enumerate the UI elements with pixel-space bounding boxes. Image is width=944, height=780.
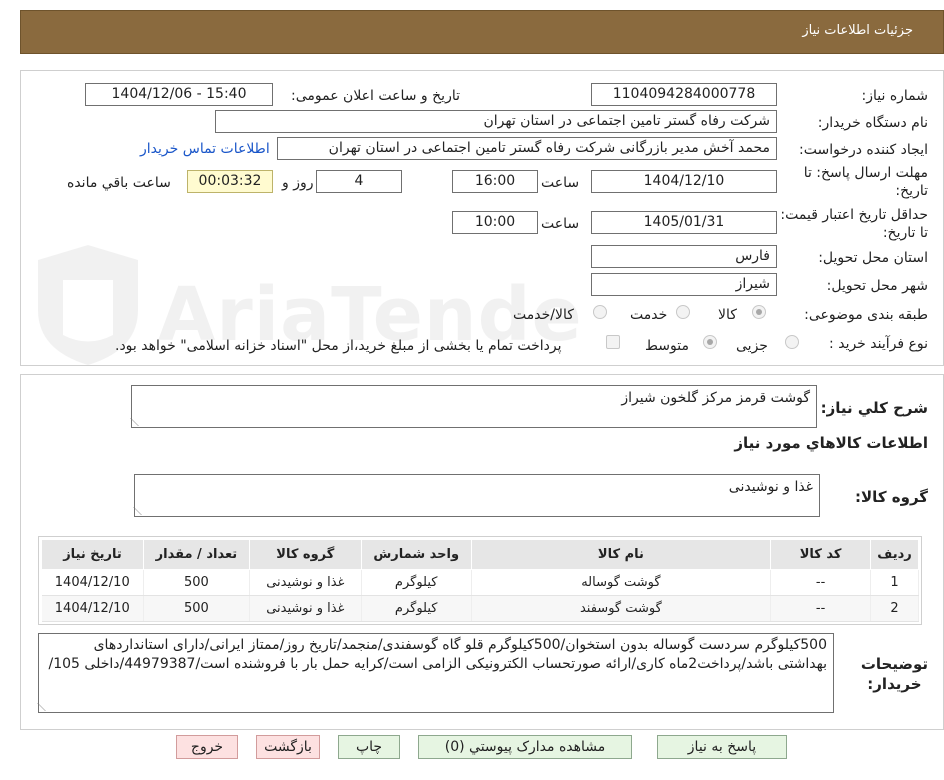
cell-name: گوشت گوساله [471,569,772,596]
cell-group: غذا و نوشیدنی [249,569,362,596]
category-goods-radio[interactable] [752,305,766,319]
cell-qty: 500 [143,569,250,596]
process-partial-label: جزیی [736,338,768,354]
buyer-notes-label-line2: خریدار: [867,675,922,693]
process-type-label: نوع فرآیند خرید : [829,336,928,352]
back-button[interactable]: بازگشت [256,735,320,759]
requester-label: ایجاد کننده درخواست: [799,142,928,158]
announce-date-label: تاریخ و ساعت اعلان عمومی: [291,88,460,104]
exit-button[interactable]: خروج [176,735,238,759]
page-header: جزئیات اطلاعات نیاز [20,10,944,54]
category-goods-service-label: کالا/خدمت [513,307,574,323]
remaining-label: ساعت باقي مانده [67,175,171,191]
resize-grip-icon [37,703,53,711]
price-validity-time-field[interactable]: 10:00 [452,211,538,234]
cell-code: -- [770,569,872,596]
buyer-notes-text: 500کیلوگرم سردست گوساله بدون استخوان/500… [48,637,828,672]
buyer-notes-textarea[interactable]: 500کیلوگرم سردست گوساله بدون استخوان/500… [37,633,834,713]
days-remaining-field[interactable]: 4 [316,170,402,193]
buyer-contact-link[interactable]: اطلاعات تماس خریدار [140,141,270,157]
col-qty-header: تعداد / مقدار [143,539,250,570]
province-label: استان محل تحویل: [818,250,928,266]
buyer-notes-label: توضیحات خریدار: [861,654,928,694]
deadline-time-field[interactable]: 16:00 [452,170,538,193]
days-label: روز و [282,175,314,191]
cell-unit: کیلوگرم [361,595,472,622]
category-goods-label: کالا [718,307,737,323]
deadline-date-field[interactable]: 1404/12/10 [591,170,777,193]
goods-table-wrapper: ردیف کد کالا نام کالا واحد شمارش گروه کا… [38,536,922,625]
process-medium-label: متوسط [645,338,689,354]
need-number-label: شماره نیاز: [861,88,929,104]
treasury-payment-checkbox[interactable] [606,335,620,349]
price-validity-label: حداقل تاریخ اعتبار قیمت: تا تاریخ: [780,207,928,241]
cell-row-index: 2 [870,595,919,622]
reply-button[interactable]: پاسخ به نیاز [657,735,787,759]
cell-unit: کیلوگرم [361,569,472,596]
buyer-org-label: نام دستگاه خریدار: [817,115,928,131]
col-row-header: ردیف [870,539,919,570]
price-validity-date-field[interactable]: 1405/01/31 [591,211,777,234]
category-service-label: خدمت [630,307,668,323]
general-summary-label: شرح کلي نیاز: [820,399,928,417]
table-row: 1 -- گوشت گوساله کیلوگرم غذا و نوشیدنی 5… [41,569,919,596]
cell-code: -- [770,595,872,622]
deadline-time-label: ساعت [541,175,580,191]
col-group-header: گروه کالا [248,539,362,570]
goods-table: ردیف کد کالا نام کالا واحد شمارش گروه کا… [41,539,919,622]
col-name-header: نام کالا [470,539,772,570]
goods-group-textarea[interactable]: غذا و نوشیدنی [133,474,820,517]
print-button[interactable]: چاپ [338,735,400,759]
col-code-header: کد کالا [770,539,872,570]
table-header-row: ردیف کد کالا نام کالا واحد شمارش گروه کا… [41,539,919,570]
process-medium-radio[interactable] [703,335,717,349]
process-partial-radio[interactable] [785,335,799,349]
cell-date: 1404/12/10 [41,595,144,622]
goods-info-title: اطلاعات کالاهاي مورد نیاز [734,434,928,452]
col-unit-header: واحد شمارش [360,539,472,570]
buyer-notes-label-line1: توضیحات [860,655,928,673]
cell-name: گوشت گوسفند [471,595,772,622]
goods-group-label: گروه کالا: [855,488,928,506]
category-label: طبقه بندی موضوعی: [804,307,928,323]
goods-group-text: غذا و نوشیدنی [728,479,813,495]
province-field[interactable]: فارس [591,245,777,268]
requester-field[interactable]: محمد آخش مدیر بازرگانی شرکت رفاه گستر تا… [277,137,777,160]
cell-group: غذا و نوشیدنی [249,595,362,622]
countdown-timer: 00:03:32 [187,170,273,193]
category-service-radio[interactable] [676,305,690,319]
resize-grip-icon [130,418,146,426]
resize-grip-icon [133,507,149,515]
page-title: جزئیات اطلاعات نیاز [802,23,913,38]
treasury-payment-note: پرداخت تمام یا بخشی از مبلغ خرید،از محل … [115,338,562,354]
view-attachments-button[interactable]: مشاهده مدارک پیوستي (0) [418,735,632,759]
deadline-label: مهلت ارسال پاسخ: تا تاریخ: [803,165,928,199]
cell-row-index: 1 [870,569,919,596]
city-label: شهر محل تحویل: [826,278,928,294]
col-date-header: تاریخ نیاز [41,539,144,570]
cell-date: 1404/12/10 [41,569,144,596]
city-field[interactable]: شیراز [591,273,777,296]
announce-date-field[interactable]: 1404/12/06 - 15:40 [85,83,273,106]
general-summary-textarea[interactable]: گوشت قرمز مرکز گلخون شیراز [130,385,817,428]
need-number-field[interactable]: 1104094284000778 [591,83,777,106]
table-row: 2 -- گوشت گوسفند کیلوگرم غذا و نوشیدنی 5… [41,595,919,622]
category-goods-service-radio[interactable] [593,305,607,319]
cell-qty: 500 [143,595,250,622]
general-summary-text: گوشت قرمز مرکز گلخون شیراز [621,390,810,406]
buyer-org-field[interactable]: شرکت رفاه گستر تامین اجتماعی در استان ته… [215,110,777,133]
price-validity-time-label: ساعت [541,216,580,232]
